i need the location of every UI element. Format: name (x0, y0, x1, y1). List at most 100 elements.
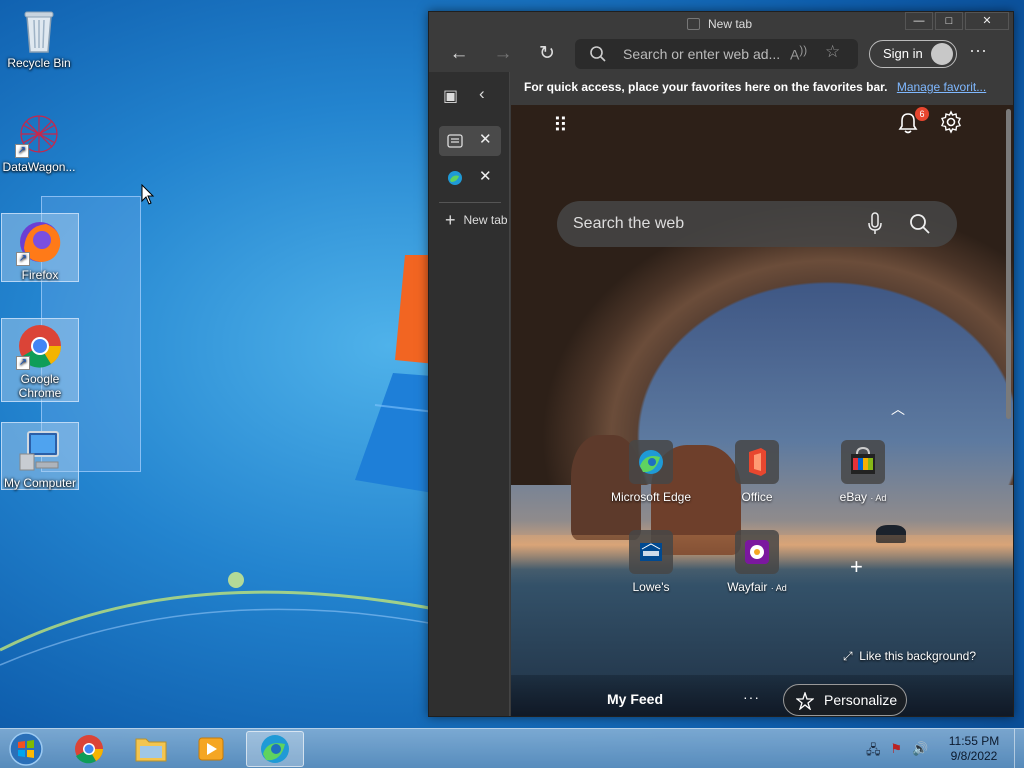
personalize-button[interactable]: Personalize (783, 684, 907, 716)
chrome-icon: ↗ (16, 322, 64, 370)
new-tab-button[interactable]: + New tab (445, 210, 507, 231)
favorites-bar: For quick access, place your favorites h… (511, 72, 1013, 104)
close-window-button[interactable]: ✕ (965, 12, 1009, 30)
web-search-placeholder: Search the web (573, 215, 685, 232)
desktop-icon-google-chrome[interactable]: ↗ Google Chrome (1, 318, 79, 402)
refresh-button[interactable]: ↻ (533, 40, 561, 68)
quick-link-wayfair[interactable]: Wayfair · Ad (709, 530, 805, 594)
avatar-icon (931, 43, 953, 65)
quick-link-microsoft-edge[interactable]: Microsoft Edge (603, 440, 699, 504)
search-icon[interactable] (909, 213, 931, 235)
browser-toolbar: ← → ↻ Search or enter web ad... A)) ☆ Si… (429, 36, 1013, 72)
ebay-bag-icon (851, 446, 875, 474)
address-bar[interactable]: Search or enter web ad... A)) ☆ (575, 39, 858, 69)
clock-date: 9/8/2022 (950, 749, 998, 763)
desktop-icon-datawagon[interactable]: ↗ DataWagon... (0, 110, 78, 174)
sign-in-button[interactable]: Sign in (869, 40, 957, 68)
clock-time: 11:55 PM (948, 734, 1000, 748)
mouse-cursor-icon (141, 184, 155, 205)
quick-link-lowes[interactable]: Lowe's (603, 530, 699, 594)
edge-icon (261, 735, 289, 763)
window-title: New tab (687, 17, 752, 31)
expand-icon: ⤢ (843, 649, 853, 663)
desktop-icon-label: Recycle Bin (7, 56, 71, 70)
quick-link-ebay[interactable]: eBay · Ad (815, 440, 911, 504)
microphone-icon[interactable] (867, 212, 883, 236)
my-feed-tab[interactable]: My Feed (607, 691, 663, 707)
vertical-tabs-pane: ▣ ‹ ✕ ✕ + New tab (429, 72, 510, 716)
shortcut-arrow-icon: ↗ (16, 356, 30, 370)
computer-icon (16, 426, 64, 474)
vertical-tab-new-tab-active[interactable]: ✕ (439, 126, 501, 156)
show-desktop-button[interactable] (1014, 729, 1024, 768)
edge-icon (448, 171, 462, 185)
desktop-icon-label: Google Chrome (18, 372, 62, 400)
page-scrollbar[interactable] (1006, 109, 1011, 419)
chrome-icon (75, 735, 103, 764)
firefox-icon: ↗ (16, 218, 64, 266)
background-cave-arch (511, 105, 1013, 485)
desktop-icon-firefox[interactable]: ↗ Firefox (1, 213, 79, 282)
taskbar: 🖧 ⚑ 🔊 11:55 PM 9/8/2022 (0, 728, 1024, 768)
personalize-star-icon (796, 692, 814, 710)
tab-page-icon (447, 134, 463, 148)
web-search-box[interactable]: Search the web (557, 201, 957, 247)
settings-more-icon[interactable]: ··· (969, 40, 987, 61)
taskbar-file-explorer[interactable] (124, 731, 178, 767)
edge-browser-window[interactable]: New tab — □ ✕ ← → ↻ Search or enter web … (428, 11, 1014, 717)
taskbar-clock[interactable]: 11:55 PM 9/8/2022 (934, 734, 1014, 764)
quick-link-tile (629, 530, 673, 574)
tab-page-icon (687, 18, 700, 30)
add-favorite-icon[interactable]: ☆ (825, 42, 840, 62)
taskbar-chrome[interactable] (62, 731, 116, 767)
add-quick-link-plus-icon[interactable]: + (850, 554, 863, 580)
folder-icon (135, 738, 167, 762)
recycle-bin-icon (15, 6, 63, 54)
wayfair-icon (745, 540, 769, 564)
datawagon-icon: ↗ (15, 110, 63, 158)
desktop-icon-label: DataWagon... (2, 160, 76, 174)
feed-more-options[interactable]: ··· (743, 689, 760, 705)
start-button[interactable] (6, 730, 46, 768)
forward-button[interactable]: → (489, 40, 517, 68)
page-settings-gear-icon[interactable] (939, 110, 963, 134)
tab-actions-icon[interactable]: ▣ (443, 86, 458, 106)
network-icon[interactable]: 🖧 (866, 741, 881, 763)
shortcut-arrow-icon: ↗ (15, 144, 29, 158)
system-tray: 🖧 ⚑ 🔊 (866, 741, 928, 763)
collapse-links-chevron-up-icon[interactable]: ︿ (891, 399, 905, 419)
minimize-button[interactable]: — (905, 12, 933, 30)
quick-link-office[interactable]: Office (709, 440, 805, 504)
quick-link-tile (735, 440, 779, 484)
shortcut-arrow-icon: ↗ (16, 252, 30, 266)
tab-divider (439, 202, 501, 203)
plus-icon: + (445, 210, 456, 230)
wallpaper-swoosh (0, 572, 440, 666)
quick-link-tile (841, 440, 885, 484)
app-launcher-grid-icon[interactable]: ⠿ (553, 113, 569, 138)
vertical-tab-edge[interactable]: ✕ (439, 163, 501, 193)
action-center-flag-icon[interactable]: ⚑ (891, 741, 903, 763)
manage-favorites-link[interactable]: Manage favorit... (897, 80, 986, 94)
search-icon (590, 46, 606, 62)
collapse-pane-chevron-icon[interactable]: ‹ (479, 84, 485, 104)
close-tab-icon[interactable]: ✕ (479, 167, 492, 185)
title-bar[interactable]: New tab — □ ✕ (429, 12, 1013, 36)
volume-icon[interactable]: 🔊 (912, 741, 928, 763)
read-aloud-icon[interactable]: A)) (790, 44, 807, 63)
maximize-button[interactable]: □ (935, 12, 963, 30)
feed-bar: My Feed ··· Personalize (511, 675, 1013, 716)
quick-link-tile (629, 440, 673, 484)
close-tab-icon[interactable]: ✕ (479, 130, 492, 148)
lowes-icon (640, 543, 662, 561)
like-background-button[interactable]: ⤢ Like this background? (843, 649, 976, 664)
desktop-icon-recycle-bin[interactable]: Recycle Bin (0, 6, 78, 70)
edge-icon (639, 450, 663, 474)
address-placeholder: Search or enter web ad... (623, 46, 781, 62)
taskbar-edge-active[interactable] (246, 731, 304, 767)
taskbar-media-player[interactable] (184, 731, 238, 767)
quick-link-tile (735, 530, 779, 574)
desktop-icon-label: My Computer (3, 476, 77, 490)
back-button[interactable]: ← (445, 40, 473, 68)
desktop-icon-my-computer[interactable]: My Computer (1, 422, 79, 490)
